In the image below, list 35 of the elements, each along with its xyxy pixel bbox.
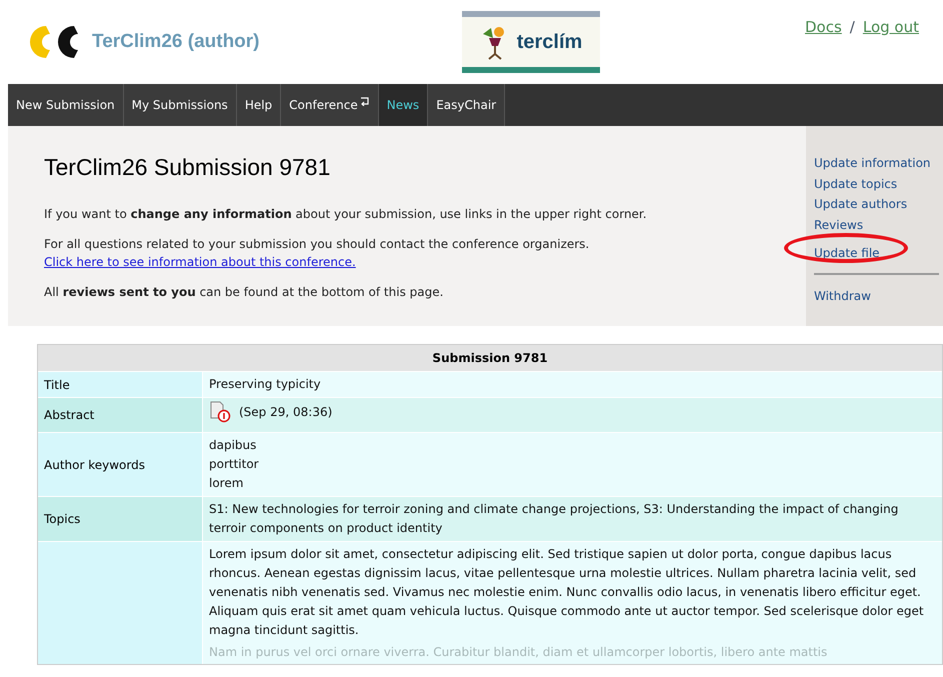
info-paragraph: If you want to change any information about your submission, use links in the upper right corner. — [44, 206, 648, 222]
cell-text: lorem — [209, 475, 244, 492]
withdraw-link[interactable]: Withdraw — [814, 288, 871, 302]
banner-wordmark: terclím — [516, 30, 582, 55]
row-label: Topics — [38, 497, 203, 541]
cell-text: S1: New technologies for terroir zoning and climate change projections, S3: Understanding the impact of changing terroir components on product identity — [209, 501, 900, 537]
side-link[interactable]: Update topics — [814, 176, 898, 190]
upload-date: (Sep 29, 08:36) — [239, 404, 332, 420]
nav-tab[interactable]: Help — [236, 84, 282, 126]
page-title: TerClim26 Submission 9781 — [44, 153, 332, 182]
side-link[interactable]: Update information — [814, 156, 931, 170]
info-paragraph: For all questions related to your submission you should contact the conference organizers. Click here to see information about this conference. — [44, 236, 590, 270]
side-link[interactable]: Update file — [814, 246, 880, 260]
cell-text: porttitor — [209, 456, 260, 473]
conference-info-link[interactable]: Click here to see information about this conference. — [44, 254, 356, 268]
cell-text: Lorem ipsum dolor sit amet, consectetur adipiscing elit. Sed tristique sapien ut dolor porta, congue dapibus lacus rhoncus. Aenean egestas dignissim lacus, vitae pellentesque urna molestie ultrices. Nullam pharetra lacinia velit, sed venenatis nibh venenatis sed. Vivamus nec molestie enim. Nunc convallis odio lacus, in venenatis libero efficitur eget. Aliquam quis erat sit amet quam vehicula luctus. Quisque commodo ante ut auctor tempor. Sed scelerisque dolor eget magna tincidunt sagittis. — [209, 546, 925, 639]
link-separator: / — [850, 17, 855, 38]
nav-tab[interactable]: New Submission — [8, 84, 124, 126]
site-title: TerClim26 (author) — [92, 30, 260, 54]
nav-tab[interactable]: News — [378, 84, 428, 126]
cell-text: dapibus — [209, 437, 258, 454]
row-label: Title — [38, 372, 203, 397]
row-label: Author keywords — [38, 433, 203, 496]
nav-tab[interactable]: EasyChair — [428, 84, 506, 126]
table-header: Submission 9781 — [38, 345, 942, 371]
side-link[interactable]: Reviews — [814, 218, 864, 232]
info-paragraph: All reviews sent to you can be found at the bottom of this page. — [44, 284, 444, 300]
nav-tab[interactable]: Conference — [281, 84, 379, 126]
header-link[interactable]: Docs — [805, 16, 842, 38]
faded-text: Nam in purus vel orci ornare viverra. Curabitur blandit, diam et ullamcorper lobortis, libero ante mattis — [209, 644, 828, 661]
side-link[interactable]: Update authors — [814, 197, 908, 211]
cell-text: Preserving typicity — [209, 376, 322, 393]
header-link[interactable]: Log out — [862, 16, 919, 38]
row-label: Abstract — [38, 398, 203, 432]
nav-tab[interactable]: My Submissions — [124, 84, 237, 126]
